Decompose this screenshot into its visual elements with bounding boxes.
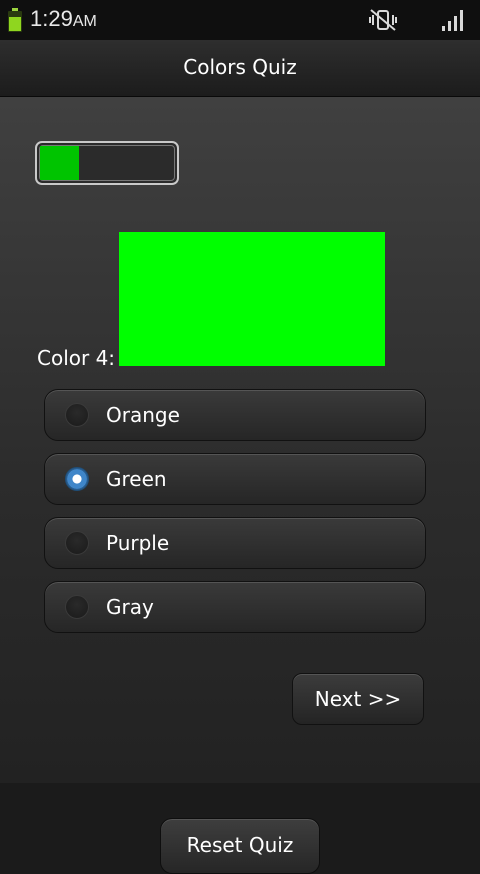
- signal-strength-icon: [442, 10, 463, 31]
- status-time: 1:29: [30, 6, 73, 31]
- option-label: Orange: [106, 403, 180, 427]
- progress-fill: [40, 146, 80, 180]
- option-label: Purple: [106, 531, 170, 555]
- battery-icon: [8, 8, 22, 32]
- option-purple[interactable]: Purple: [44, 517, 426, 569]
- radio-button[interactable]: [65, 531, 89, 555]
- page-title: Colors Quiz: [183, 55, 297, 79]
- title-bar: Colors Quiz: [0, 40, 480, 97]
- status-bar: 1:29AM: [0, 0, 480, 40]
- radio-button[interactable]: [65, 467, 89, 491]
- option-orange[interactable]: Orange: [44, 389, 426, 441]
- reset-quiz-button[interactable]: Reset Quiz: [160, 818, 320, 874]
- option-label: Gray: [106, 595, 154, 619]
- color-swatch: [119, 232, 385, 366]
- question-label: Color 4:: [37, 346, 116, 370]
- option-green[interactable]: Green: [44, 453, 426, 505]
- quiz-progress-bar: [35, 141, 179, 185]
- quiz-content: Color 4: Orange Green Purple Gray Next >…: [0, 97, 480, 783]
- status-clock: 1:29AM: [30, 6, 97, 32]
- radio-button[interactable]: [65, 403, 89, 427]
- status-ampm: AM: [72, 13, 97, 30]
- option-gray[interactable]: Gray: [44, 581, 426, 633]
- radio-button[interactable]: [65, 595, 89, 619]
- option-label: Green: [106, 467, 167, 491]
- vibrate-mute-icon: [369, 9, 397, 31]
- next-button[interactable]: Next >>: [292, 673, 424, 725]
